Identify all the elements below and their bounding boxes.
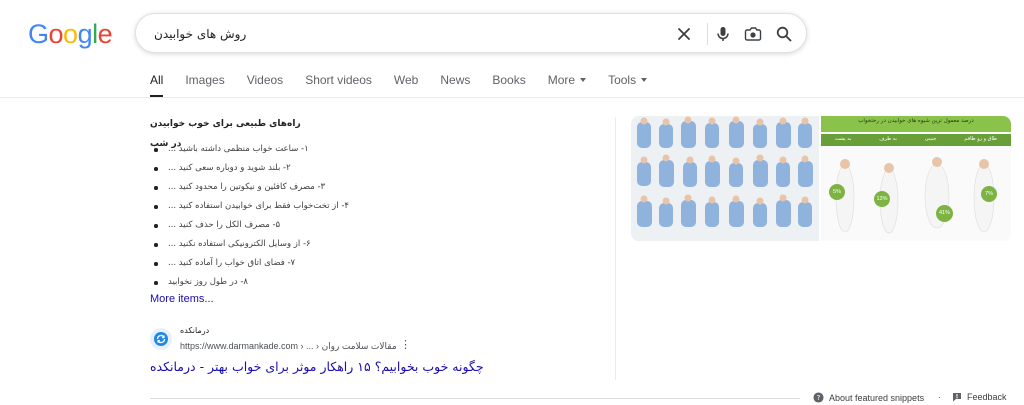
tab-news[interactable]: News — [440, 72, 470, 98]
tab-videos[interactable]: Videos — [247, 72, 283, 98]
list-item: ۳- مصرف کافئین و نیکوتین را محدود کنید .… — [150, 178, 595, 197]
site-url: https://www.darmankade.com › ... › مقالا… — [180, 341, 397, 351]
logo-letter: e — [97, 19, 113, 49]
tab-more[interactable]: More — [547, 72, 587, 98]
bottom-divider — [150, 398, 800, 399]
infographic-column-label: به طرف — [879, 136, 897, 142]
tab-label: News — [440, 73, 471, 87]
snippet-list: ۱- ساعت خواب منظمی داشته باشید ... ۲- بل… — [150, 140, 595, 292]
logo-letter: G — [28, 19, 49, 49]
chevron-down-icon — [580, 78, 587, 82]
tab-label: Images — [185, 73, 225, 87]
infographic-column-label: طاق و رو طاقم — [964, 136, 998, 142]
tab-label: Videos — [246, 73, 284, 87]
infographic-column-label: جنینی — [924, 136, 937, 142]
tab-web[interactable]: Web — [394, 72, 418, 98]
camera-lens-icon[interactable] — [741, 22, 765, 46]
list-item: ۲- بلند شوید و دوباره سعی کنید ... — [150, 159, 595, 178]
column-divider — [615, 117, 616, 380]
help-icon: ? — [813, 392, 824, 403]
feedback-label: Feedback — [967, 392, 1007, 402]
list-item: ۸- در طول روز نخوابید — [150, 273, 595, 292]
tab-label: Tools — [608, 73, 637, 87]
logo-letter: o — [48, 19, 64, 49]
search-tabs: All Images Videos Short videos Web News … — [150, 72, 669, 98]
list-item: ۶- از وسایل الکترونیکی استفاده نکنید ... — [150, 235, 595, 254]
header-divider — [0, 97, 1024, 98]
close-icon[interactable] — [672, 22, 696, 46]
list-item: ۱- ساعت خواب منظمی داشته باشید ... — [150, 140, 595, 159]
tab-label: Books — [492, 73, 526, 87]
search-box — [135, 13, 807, 53]
svg-text:?: ? — [817, 393, 821, 402]
featured-snippet: راه‌های طبیعی برای خوب خوابیدن در شب ۱- … — [150, 114, 595, 305]
tab-images[interactable]: Images — [185, 72, 224, 98]
site-name: درمانکده — [180, 326, 210, 335]
more-items-link[interactable]: More items... — [150, 293, 214, 305]
search-divider — [707, 23, 708, 45]
microphone-icon[interactable] — [711, 22, 735, 46]
search-icon[interactable] — [772, 22, 796, 46]
feedback-icon — [953, 393, 961, 402]
logo-letter: o — [63, 19, 78, 49]
infographic-header: درصد معمول ترین شیوه های خوابیدن در رختخ… — [858, 118, 974, 124]
footer-separator: · — [938, 392, 941, 402]
chevron-down-icon — [641, 78, 648, 82]
logo-letter: g — [77, 19, 93, 49]
more-options-icon[interactable]: ⋮ — [400, 340, 411, 351]
tab-all[interactable]: All — [150, 72, 164, 98]
about-label: About featured snippets — [829, 392, 925, 403]
percent-badge: 7% — [981, 186, 997, 202]
percent-badge: 5% — [829, 184, 845, 200]
tab-label: Web — [393, 73, 419, 87]
sleep-positions-image[interactable] — [631, 116, 819, 241]
infographic-column-label: به پشت — [834, 136, 852, 142]
site-favicon — [150, 328, 172, 350]
snippet-title: راه‌های طبیعی برای خوب خوابیدن در شب — [150, 119, 301, 149]
tab-label: More — [547, 73, 576, 87]
percent-badge: 41% — [936, 205, 953, 222]
list-item: ۵- مصرف الکل را حذف کنید ... — [150, 216, 595, 235]
result-source[interactable]: درمانکده https://www.darmankade.com › ..… — [150, 326, 550, 356]
result-title-link[interactable]: چگونه خوب بخوابیم؟ ۱۵ راهکار موثر برای خ… — [150, 359, 484, 374]
feedback-link[interactable]: Feedback — [952, 392, 1007, 402]
search-input[interactable] — [154, 22, 674, 46]
google-logo[interactable]: Google — [28, 19, 113, 50]
sleep-percent-infographic[interactable]: درصد معمول ترین شیوه های خوابیدن در رختخ… — [821, 116, 1011, 241]
tab-tools[interactable]: Tools — [608, 72, 648, 98]
tab-label: All — [150, 73, 164, 87]
tab-short-videos[interactable]: Short videos — [305, 72, 372, 98]
tab-label: Short videos — [305, 73, 372, 87]
list-item: ۷- فضای اتاق خواب را آماده کنید ... — [150, 254, 595, 273]
list-item: ۴- از تخت‌خواب فقط برای خوابیدن استفاده … — [150, 197, 595, 216]
tab-books[interactable]: Books — [492, 72, 525, 98]
snippet-images[interactable]: درصد معمول ترین شیوه های خوابیدن در رختخ… — [631, 116, 1011, 241]
about-featured-snippets[interactable]: ? About featured snippets — [813, 392, 924, 403]
percent-badge: 13% — [874, 191, 890, 207]
